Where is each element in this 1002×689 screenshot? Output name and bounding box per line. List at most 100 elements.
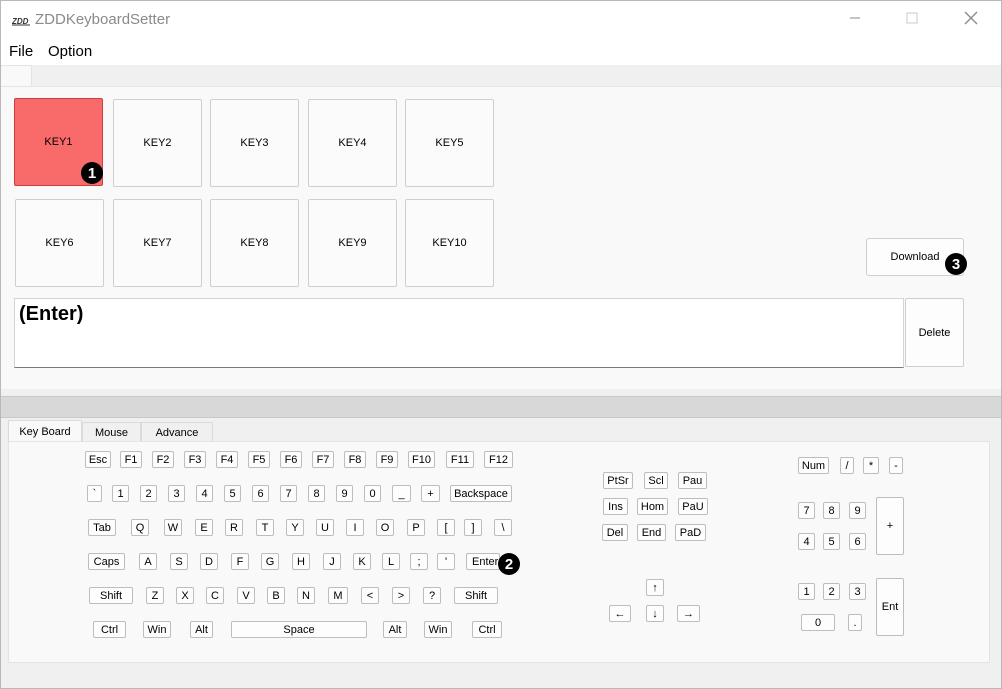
key6-button[interactable]: KEY6 [15, 199, 104, 287]
kb-key[interactable]: 8 [823, 502, 840, 519]
top-tab[interactable] [1, 65, 32, 87]
delete-button[interactable]: Delete [905, 298, 964, 367]
kb-key[interactable]: 4 [196, 485, 213, 502]
kb-key[interactable]: Ins [603, 498, 628, 515]
kb-key[interactable]: X [176, 587, 194, 604]
kb-key[interactable]: 2 [823, 583, 840, 600]
tab-advance[interactable]: Advance [141, 422, 213, 442]
kb-key[interactable]: \ [494, 519, 512, 536]
kb-key[interactable]: Alt [190, 621, 213, 638]
key10-button[interactable]: KEY10 [405, 199, 494, 287]
kb-key[interactable]: I [346, 519, 364, 536]
kb-key[interactable]: Del [602, 524, 628, 541]
kb-key[interactable]: Tab [88, 519, 116, 536]
kb-key[interactable]: > [392, 587, 410, 604]
kb-key[interactable]: P [407, 519, 425, 536]
arrow-down-key[interactable]: ↓ [646, 605, 664, 622]
kb-key[interactable]: Y [286, 519, 304, 536]
kb-key[interactable]: Shift [454, 587, 498, 604]
kb-key[interactable]: S [170, 553, 188, 570]
key2-button[interactable]: KEY2 [113, 99, 202, 187]
kb-key[interactable]: Alt [383, 621, 407, 638]
kb-key[interactable]: 0 [364, 485, 381, 502]
kb-key[interactable]: Caps [88, 553, 125, 570]
kb-key[interactable]: 7 [798, 502, 815, 519]
kb-key-space[interactable]: Space [231, 621, 367, 638]
kb-key[interactable]: ` [87, 485, 102, 502]
kb-key[interactable]: 3 [849, 583, 866, 600]
menu-option[interactable]: Option [48, 43, 92, 60]
arrow-left-key[interactable]: ← [609, 605, 631, 622]
kb-key[interactable]: J [323, 553, 341, 570]
kb-key[interactable]: Win [424, 621, 452, 638]
kb-key[interactable]: PaD [675, 524, 706, 541]
kb-key[interactable]: ? [423, 587, 441, 604]
kb-key[interactable]: F3 [184, 451, 206, 468]
kb-key[interactable]: N [297, 587, 315, 604]
kb-key[interactable]: ; [410, 553, 428, 570]
kb-key[interactable]: ' [437, 553, 455, 570]
kb-key[interactable]: PtSr [603, 472, 633, 489]
kb-key[interactable]: 6 [252, 485, 269, 502]
kb-key[interactable]: Win [143, 621, 171, 638]
kb-key[interactable]: 9 [336, 485, 353, 502]
kb-key[interactable]: Q [131, 519, 149, 536]
close-button[interactable] [948, 1, 994, 39]
kb-key[interactable]: 4 [798, 533, 815, 550]
kb-key[interactable]: ] [464, 519, 482, 536]
kb-key[interactable]: . [848, 614, 862, 631]
kb-key[interactable]: F10 [408, 451, 435, 468]
kb-key[interactable]: 8 [308, 485, 325, 502]
kb-key[interactable]: M [328, 587, 348, 604]
kb-key[interactable]: 5 [823, 533, 840, 550]
kb-key[interactable]: F1 [120, 451, 142, 468]
panel-splitter[interactable] [1, 396, 1001, 418]
kb-key[interactable]: 6 [849, 533, 866, 550]
arrow-right-key[interactable]: → [677, 605, 700, 622]
kb-key[interactable]: PaU [678, 498, 708, 515]
kb-key[interactable]: 0 [801, 614, 835, 631]
kb-key[interactable]: 1 [112, 485, 129, 502]
kb-key[interactable]: Ent [876, 578, 904, 636]
kb-key[interactable]: U [316, 519, 334, 536]
kb-key[interactable]: 9 [849, 502, 866, 519]
kb-key[interactable]: B [267, 587, 285, 604]
kb-key[interactable]: G [261, 553, 279, 570]
kb-key[interactable]: 7 [280, 485, 297, 502]
macro-textbox[interactable]: (Enter) [14, 298, 904, 368]
kb-key[interactable]: 3 [168, 485, 185, 502]
kb-key[interactable]: Scl [644, 472, 668, 489]
kb-key[interactable]: Hom [637, 498, 668, 515]
kb-key[interactable]: Pau [678, 472, 707, 489]
kb-key[interactable]: F [231, 553, 249, 570]
kb-key[interactable]: Num [798, 457, 829, 474]
kb-key[interactable]: W [164, 519, 182, 536]
kb-key[interactable]: R [225, 519, 243, 536]
kb-key[interactable]: F9 [376, 451, 398, 468]
key8-button[interactable]: KEY8 [210, 199, 299, 287]
kb-key[interactable]: F2 [152, 451, 174, 468]
kb-key[interactable]: 1 [798, 583, 815, 600]
kb-key[interactable]: Esc [85, 451, 111, 468]
kb-key[interactable]: E [195, 519, 213, 536]
kb-key[interactable]: + [876, 497, 904, 555]
kb-key[interactable]: Shift [89, 587, 133, 604]
kb-key[interactable]: F7 [312, 451, 334, 468]
kb-key[interactable]: O [376, 519, 394, 536]
kb-key[interactable]: / [840, 457, 854, 474]
kb-key[interactable]: _ [392, 485, 411, 502]
tab-keyboard[interactable]: Key Board [8, 420, 82, 442]
kb-key[interactable]: C [206, 587, 224, 604]
kb-key[interactable]: F5 [248, 451, 270, 468]
key7-button[interactable]: KEY7 [113, 199, 202, 287]
kb-key[interactable]: [ [437, 519, 455, 536]
key4-button[interactable]: KEY4 [308, 99, 397, 187]
kb-key[interactable]: < [361, 587, 379, 604]
kb-key[interactable]: H [292, 553, 310, 570]
kb-key[interactable]: Ctrl [93, 621, 126, 638]
tab-mouse[interactable]: Mouse [82, 422, 141, 442]
kb-key[interactable]: End [637, 524, 666, 541]
kb-key[interactable]: Ctrl [472, 621, 502, 638]
kb-key[interactable]: A [139, 553, 157, 570]
kb-key[interactable]: + [421, 485, 440, 502]
